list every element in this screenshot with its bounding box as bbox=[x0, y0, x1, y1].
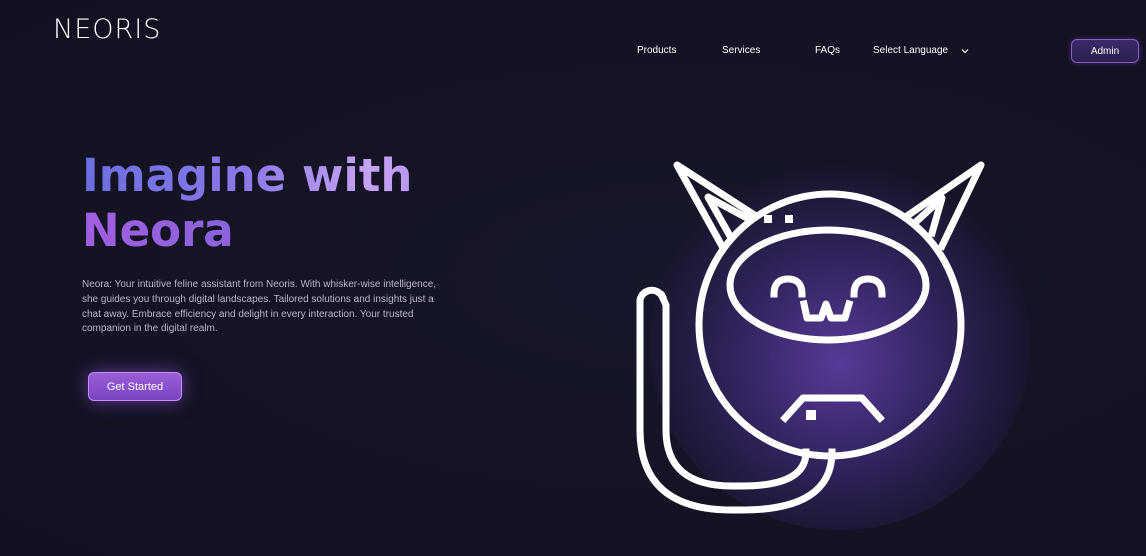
nav-services[interactable]: Services bbox=[722, 45, 760, 56]
landing-page: NEORIS Products Services FAQs Select Lan… bbox=[0, 0, 1146, 556]
get-started-button[interactable]: Get Started bbox=[88, 372, 182, 401]
admin-button[interactable]: Admin bbox=[1071, 39, 1139, 63]
cat-mascot-icon bbox=[636, 161, 985, 514]
neoris-logo[interactable]: NEORIS bbox=[53, 14, 161, 45]
nav-products[interactable]: Products bbox=[637, 45, 676, 56]
hero-title: Imagine with Neora bbox=[82, 148, 442, 258]
hero-description: Neora: Your intuitive feline assistant f… bbox=[82, 279, 437, 335]
nav-faqs[interactable]: FAQs bbox=[815, 45, 840, 56]
hero-title-line1: Imagine with bbox=[82, 149, 413, 202]
language-select-label: Select Language bbox=[873, 45, 949, 56]
hero-title-line2: Neora bbox=[82, 203, 442, 258]
main-nav: Products Services FAQs Select Language bbox=[0, 45, 1146, 59]
chevron-down-icon bbox=[961, 48, 969, 53]
language-select[interactable]: Select Language bbox=[873, 45, 970, 56]
